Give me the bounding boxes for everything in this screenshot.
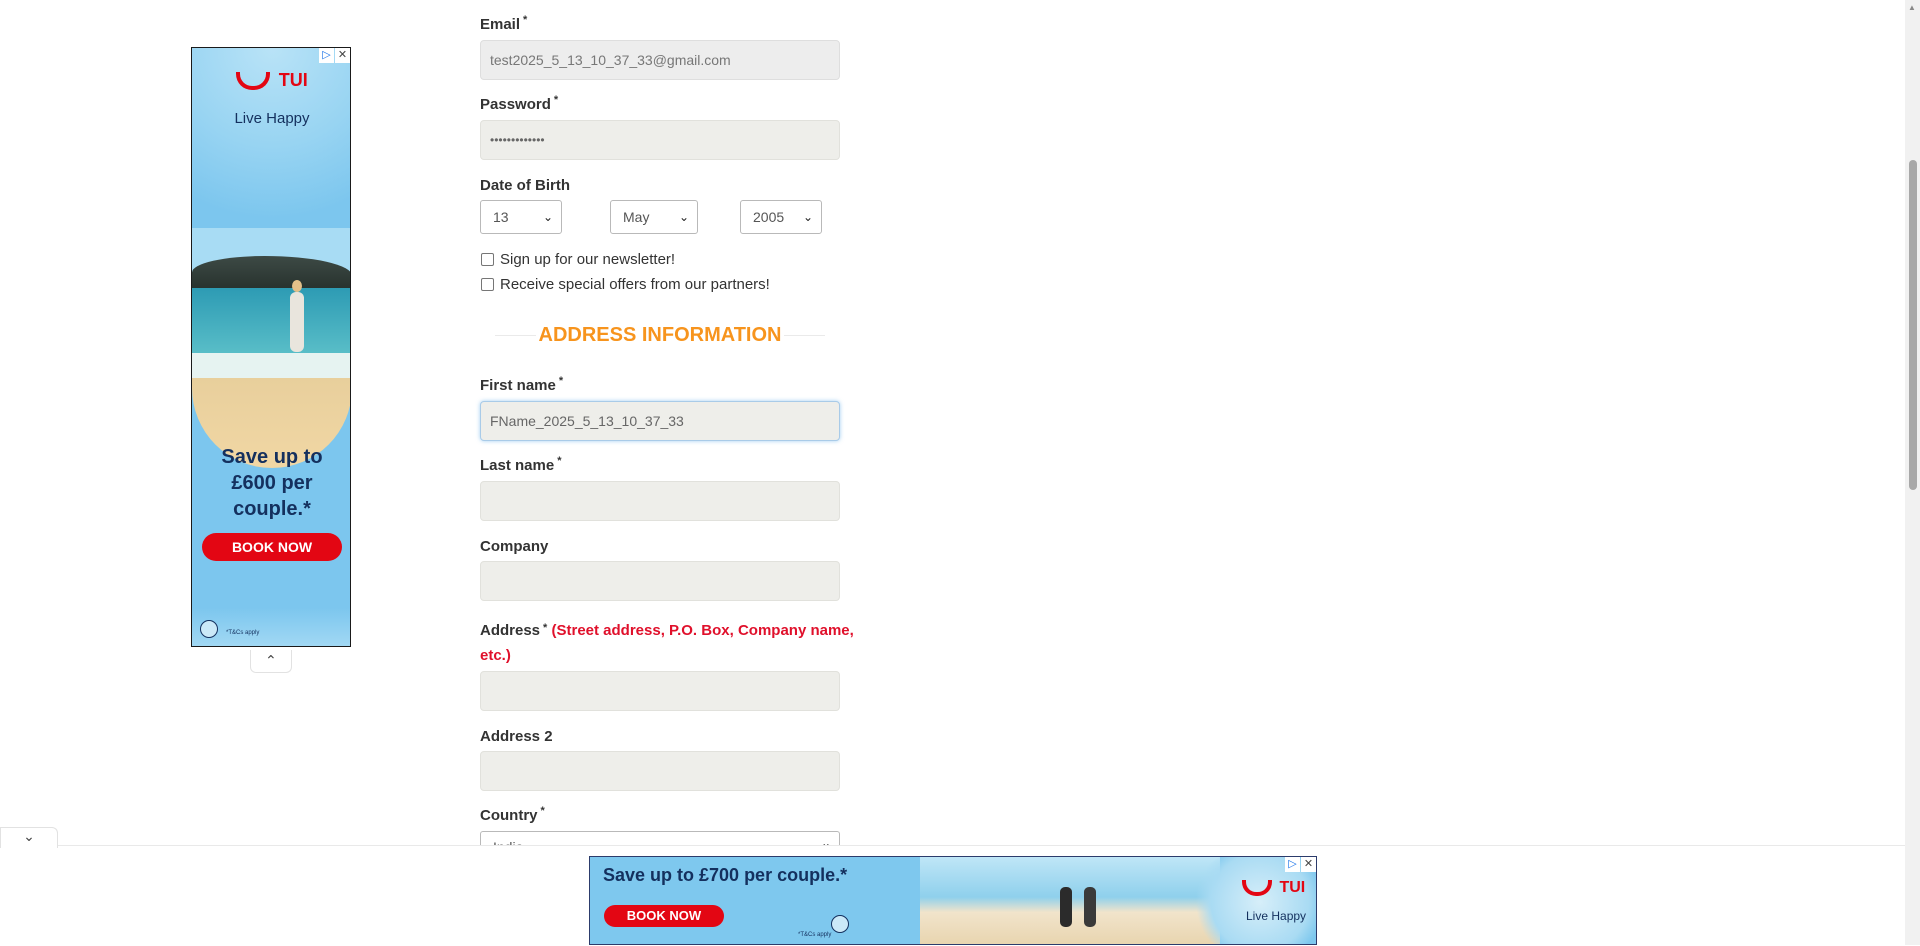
ad-close-icon[interactable]: ✕ xyxy=(1301,857,1316,872)
ad-tagline: Live Happy xyxy=(234,110,310,127)
dob-year-select[interactable]: 2005 ⌄ xyxy=(740,200,822,234)
newsletter-checkbox[interactable] xyxy=(481,253,494,266)
ad-terms: *T&Cs apply xyxy=(226,630,260,636)
country-label: Country * xyxy=(480,805,545,824)
ad-close-icon[interactable]: ✕ xyxy=(335,48,350,63)
bottom-advertisement[interactable]: Save up to £700 per couple.* BOOK NOW *T… xyxy=(589,856,1317,945)
dob-label: Date of Birth xyxy=(480,177,570,194)
address-label: Address * (Street address, P.O. Box, Comp… xyxy=(480,622,854,664)
page-scrollbar[interactable]: ▲ xyxy=(1905,0,1920,945)
ad-headline: Save up to £600 per couple.* xyxy=(221,446,323,520)
address2-label: Address 2 xyxy=(480,728,553,745)
scrollbar-thumb[interactable] xyxy=(1909,160,1917,490)
side-advertisement[interactable]: ▷ ✕ TUI Live Happy Save up to £600 per c… xyxy=(191,47,351,647)
scroll-up-icon[interactable]: ▲ xyxy=(1908,3,1916,12)
firstname-label: First name * xyxy=(480,375,564,394)
collapse-side-ad-button[interactable]: ⌄ xyxy=(250,650,292,673)
lastname-label: Last name * xyxy=(480,455,562,474)
email-label: Email * xyxy=(480,14,528,33)
ad-bottom-tagline: Live Happy xyxy=(1246,909,1307,923)
password-label: Password * xyxy=(480,94,559,113)
chevron-down-icon: ⌄ xyxy=(802,210,813,224)
password-field[interactable]: ••••••••••••• xyxy=(480,120,840,160)
tui-logo: TUI xyxy=(192,70,350,91)
abta-icon xyxy=(200,620,218,638)
collapse-ad-button[interactable]: ⌄ xyxy=(0,827,58,848)
address-hint-cont: etc.) xyxy=(480,647,511,664)
ad-choices-icon[interactable]: ▷ xyxy=(319,48,334,63)
abta-icon xyxy=(831,915,849,933)
chevron-down-icon: ⌄ xyxy=(23,828,35,844)
ad-person xyxy=(1084,887,1096,927)
ad-bottom-headline: Save up to £700 per couple.* xyxy=(603,865,848,885)
tui-smile-icon xyxy=(1242,880,1272,896)
ad-person xyxy=(1060,887,1072,927)
tui-smile-icon xyxy=(236,71,271,90)
address-field[interactable] xyxy=(480,671,840,711)
lastname-field[interactable] xyxy=(480,481,840,521)
ad-choices-icon[interactable]: ▷ xyxy=(1285,857,1300,872)
address-section-title: ADDRESS INFORMATION xyxy=(495,324,825,346)
tui-logo: TUI xyxy=(1242,879,1305,897)
address-hint: (Street address, P.O. Box, Company name, xyxy=(551,622,854,639)
offers-label[interactable]: Receive special offers from our partners… xyxy=(500,276,770,293)
chevron-up-icon: ⌄ xyxy=(265,652,277,668)
company-label: Company xyxy=(480,538,549,555)
dob-day-select[interactable]: 13 ⌄ xyxy=(480,200,562,234)
address2-field[interactable] xyxy=(480,751,840,791)
beach-image xyxy=(192,228,350,468)
firstname-field[interactable]: FName_2025_5_13_10_37_33 xyxy=(480,401,840,441)
ad-bottom-terms: *T&Cs apply xyxy=(798,932,832,938)
chevron-down-icon: ⌄ xyxy=(678,210,689,224)
dob-month-select[interactable]: May ⌄ xyxy=(610,200,698,234)
email-field[interactable]: test2025_5_13_10_37_33@gmail.com xyxy=(480,40,840,80)
ad-book-now-button[interactable]: BOOK NOW xyxy=(202,533,342,561)
chevron-down-icon: ⌄ xyxy=(542,210,553,224)
offers-checkbox[interactable] xyxy=(481,278,494,291)
company-field[interactable] xyxy=(480,561,840,601)
ad-bottom-book-now-button[interactable]: BOOK NOW xyxy=(604,905,724,927)
newsletter-label[interactable]: Sign up for our newsletter! xyxy=(500,251,675,268)
